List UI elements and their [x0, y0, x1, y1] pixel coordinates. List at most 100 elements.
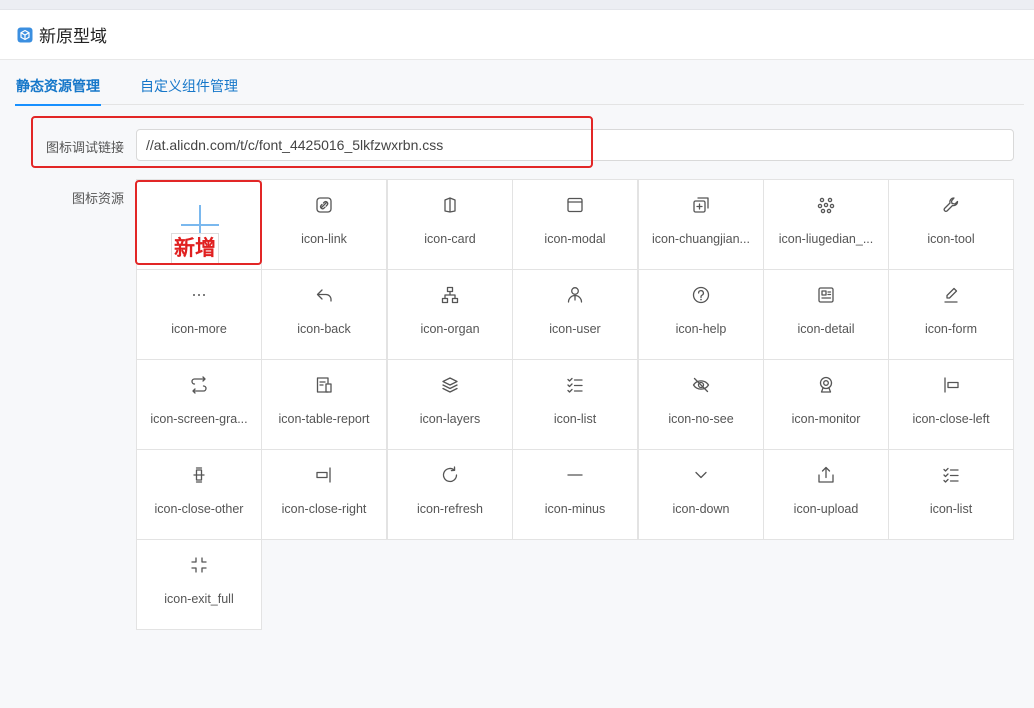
icon-tile[interactable]: icon-screen-gra... [136, 359, 262, 450]
list-icon [940, 464, 962, 486]
icon-tile-label: icon-upload [793, 502, 859, 516]
wrench-icon [940, 194, 962, 216]
top-strip [0, 0, 1034, 10]
icon-tile[interactable]: icon-chuangjian... [638, 179, 764, 270]
icon-tile[interactable]: icon-user [512, 269, 638, 360]
cube-icon [17, 27, 33, 43]
icon-tile[interactable]: icon-close-left [888, 359, 1014, 450]
active-tab-indicator [15, 104, 101, 106]
icon-tile-label: icon-close-left [912, 412, 990, 426]
icon-tile-label: icon-close-right [281, 502, 367, 516]
webcam-icon [815, 374, 837, 396]
create-icon [690, 194, 712, 216]
more-icon [188, 284, 210, 306]
icon-tile[interactable]: icon-link [261, 179, 387, 270]
eye-off-icon [690, 374, 712, 396]
icon-tile[interactable]: icon-more [136, 269, 262, 360]
icon-tile[interactable]: icon-detail [763, 269, 889, 360]
icon-tile[interactable]: icon-liugedian_... [763, 179, 889, 270]
icon-tile-label: icon-back [297, 322, 351, 336]
icon-link-label: 图标调试链接 [45, 140, 124, 155]
icon-tile-label: icon-close-other [154, 502, 244, 516]
icon-tile-label: icon-liugedian_... [778, 232, 874, 246]
icon-tile-label: icon-screen-gra... [150, 412, 248, 426]
icon-tile[interactable]: icon-organ [387, 269, 513, 360]
icon-tile[interactable]: icon-tool [888, 179, 1014, 270]
organ-icon [439, 284, 461, 306]
help-icon [690, 284, 712, 306]
back-icon [313, 284, 335, 306]
icon-tile[interactable]: icon-upload [763, 449, 889, 540]
icon-tile-label: icon-no-see [668, 412, 734, 426]
icon-tile-label: icon-list [553, 412, 597, 426]
minus-icon [564, 464, 586, 486]
screen-graph-icon [188, 374, 210, 396]
list-icon [564, 374, 586, 396]
icon-tile-label: icon-down [672, 502, 730, 516]
icon-tile-label: icon-minus [544, 502, 606, 516]
icon-tile-label: icon-card [424, 232, 476, 246]
icon-tile[interactable]: icon-list [512, 359, 638, 450]
icon-tile[interactable]: icon-modal [512, 179, 638, 270]
icon-tile-label: icon-form [924, 322, 978, 336]
modal-icon [564, 194, 586, 216]
upload-icon [815, 464, 837, 486]
icon-grid: 新增 icon-link icon-card icon-modal icon-chua… [136, 179, 1014, 630]
icon-debug-link-input[interactable]: //at.alicdn.com/t/c/font_4425016_5lkfzwx… [136, 129, 1014, 161]
table-report-icon [313, 374, 335, 396]
icon-tile[interactable]: icon-back [261, 269, 387, 360]
icon-tile-label: icon-detail [797, 322, 855, 336]
icon-tile-label: icon-chuangjian... [652, 232, 750, 246]
icon-tile[interactable]: icon-exit_full [136, 539, 262, 630]
icon-tile-label: icon-monitor [791, 412, 861, 426]
refresh-icon [439, 464, 461, 486]
icon-tile[interactable]: icon-card [387, 179, 513, 270]
icon-tile[interactable]: icon-form [888, 269, 1014, 360]
plus-icon-bar [181, 224, 219, 226]
close-left-icon [940, 374, 962, 396]
icon-tile-label: icon-exit_full [164, 592, 234, 606]
layers-icon [439, 374, 461, 396]
detail-icon [815, 284, 837, 306]
icon-tile-label: icon-tool [927, 232, 975, 246]
icon-tile[interactable]: icon-down [638, 449, 764, 540]
tab-static-resources[interactable]: 静态资源管理 [16, 76, 100, 96]
icon-tile-label: icon-help [675, 322, 727, 336]
tab-custom-components[interactable]: 自定义组件管理 [140, 76, 238, 96]
tab-bar: 静态资源管理 自定义组件管理 [15, 60, 1024, 106]
icon-tile-label: icon-link [301, 232, 347, 246]
page-header: 新原型域 [0, 10, 1034, 60]
exit-fullscreen-icon [188, 554, 210, 576]
chevron-down-icon [690, 464, 712, 486]
icon-tile[interactable]: icon-layers [387, 359, 513, 450]
icon-tile-label: icon-table-report [278, 412, 370, 426]
six-dots-icon [815, 194, 837, 216]
icon-tile[interactable]: icon-close-other [136, 449, 262, 540]
add-icon-tile[interactable]: 新增 [136, 179, 262, 270]
icon-tile-label: icon-modal [544, 232, 606, 246]
icon-tile[interactable]: icon-no-see [638, 359, 764, 450]
icon-tile-label: icon-layers [419, 412, 481, 426]
page-title: 新原型域 [39, 27, 107, 46]
icon-tile-label: icon-refresh [417, 502, 483, 516]
icon-tile-label: icon-more [171, 322, 227, 336]
icon-tile[interactable]: icon-list [888, 449, 1014, 540]
icon-tile-label: icon-list [929, 502, 973, 516]
icon-tile[interactable]: icon-refresh [387, 449, 513, 540]
close-right-icon [313, 464, 335, 486]
icon-tile[interactable]: icon-close-right [261, 449, 387, 540]
icon-tile[interactable]: icon-minus [512, 449, 638, 540]
card-icon [439, 194, 461, 216]
icon-resources-label: 图标资源 [71, 191, 124, 206]
link-icon [313, 194, 335, 216]
form-icon [940, 284, 962, 306]
icon-tile-label: icon-organ [420, 322, 480, 336]
icon-tile-label: icon-user [549, 322, 601, 336]
add-annotation: 新增 [171, 233, 219, 265]
user-icon [564, 284, 586, 306]
close-other-icon [188, 464, 210, 486]
icon-tile[interactable]: icon-help [638, 269, 764, 360]
icon-tile[interactable]: icon-table-report [261, 359, 387, 450]
icon-tile[interactable]: icon-monitor [763, 359, 889, 450]
icon-debug-link-value: //at.alicdn.com/t/c/font_4425016_5lkfzwx… [146, 137, 444, 153]
